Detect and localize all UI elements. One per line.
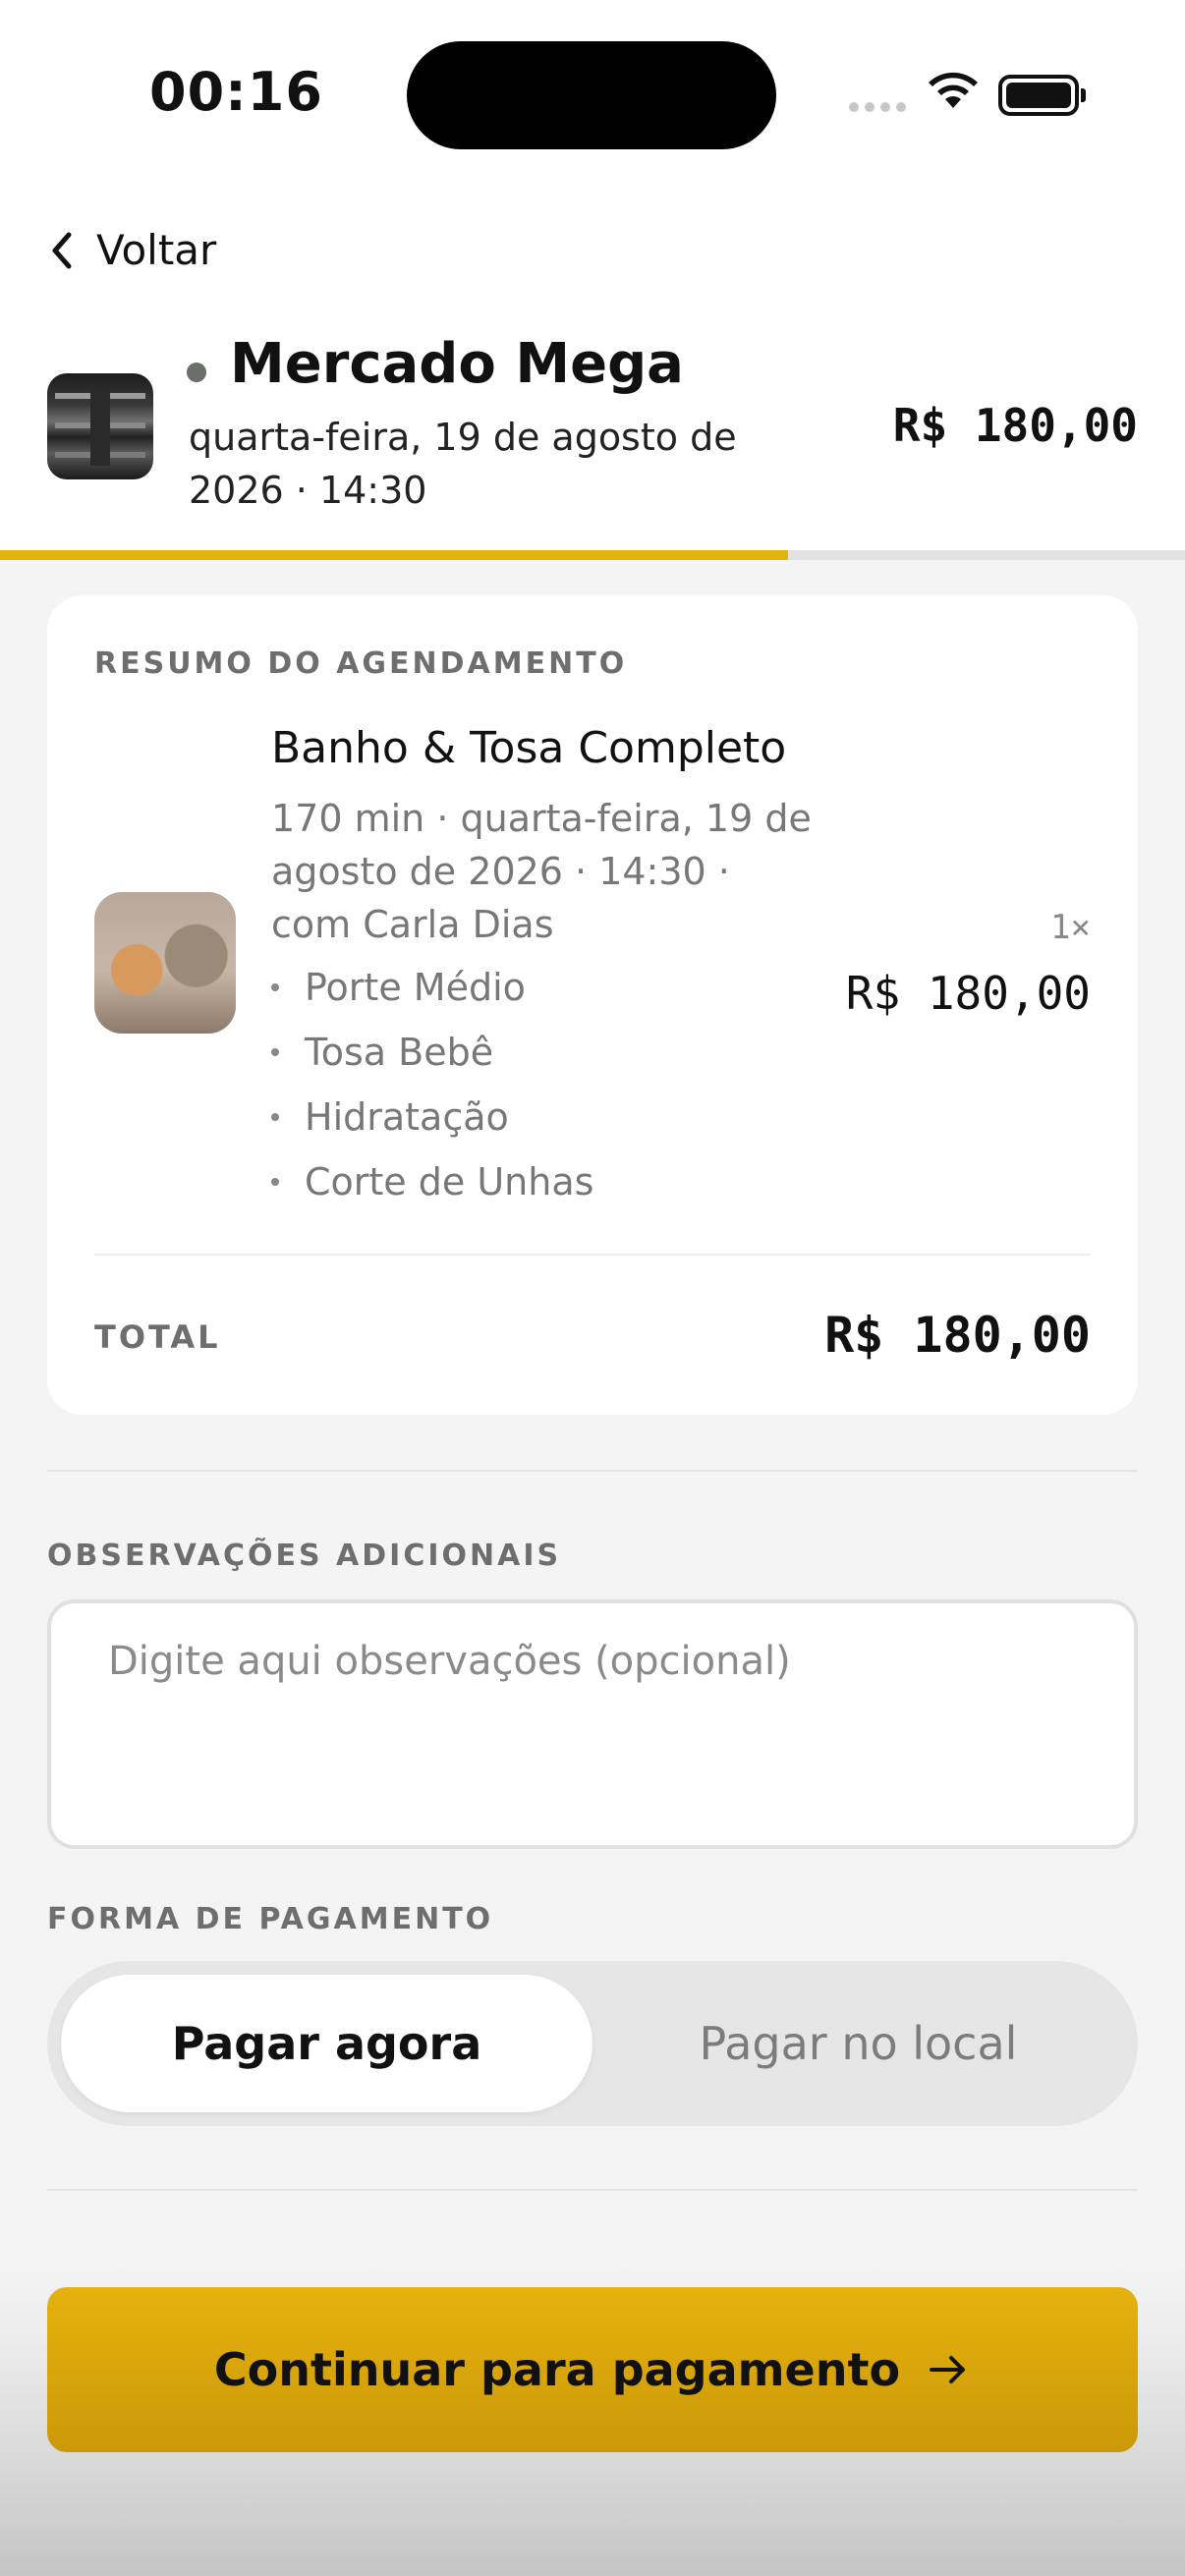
- back-label: Voltar: [96, 226, 217, 274]
- battery-icon: [998, 75, 1086, 116]
- card-divider: [94, 1254, 1091, 1256]
- progress-fill: [0, 550, 788, 560]
- pay-now-option[interactable]: Pagar agora: [61, 1975, 592, 2112]
- progress-bar: [0, 550, 1185, 560]
- store-status-dot: [187, 363, 206, 382]
- status-time: 00:16: [149, 61, 323, 123]
- section-divider: [47, 2189, 1138, 2191]
- service-quantity: 1×: [1050, 908, 1091, 947]
- arrow-right-icon: [930, 2356, 966, 2383]
- header-price: R$ 180,00: [892, 399, 1138, 452]
- service-name: Banho & Tosa Completo: [271, 723, 787, 773]
- signal-dots-icon: [849, 102, 906, 112]
- payment-label: FORMA DE PAGAMENTO: [47, 1902, 494, 1936]
- observations-label: OBSERVAÇÕES ADICIONAIS: [47, 1539, 562, 1573]
- addon-item: Porte Médio: [271, 955, 593, 1020]
- service-price: R$ 180,00: [845, 967, 1091, 1020]
- total-label: TOTAL: [94, 1318, 221, 1356]
- store-image: [47, 373, 153, 479]
- booking-date-time: quarta-feira, 19 de agosto de 2026 · 14:…: [189, 416, 737, 512]
- total-value: R$ 180,00: [824, 1307, 1091, 1364]
- summary-title: RESUMO DO AGENDAMENTO: [94, 646, 628, 681]
- status-bar: 00:16: [0, 0, 1185, 187]
- continue-to-payment-button[interactable]: Continuar para pagamento: [47, 2287, 1138, 2452]
- section-divider: [47, 1470, 1138, 1472]
- addon-item: Corte de Unhas: [271, 1149, 593, 1214]
- booking-header: Voltar Mercado Mega quarta-feira, 19 de …: [0, 187, 1185, 560]
- service-image: [94, 892, 236, 1034]
- wifi-icon: [929, 72, 978, 108]
- pay-at-location-option[interactable]: Pagar no local: [592, 1975, 1124, 2112]
- dynamic-island: [407, 41, 776, 149]
- addon-list: Porte Médio Tosa Bebê Hidratação Corte d…: [271, 955, 593, 1214]
- continue-button-label: Continuar para pagamento: [213, 2343, 901, 2396]
- store-name: Mercado Mega: [230, 332, 684, 396]
- payment-method-toggle: Pagar agora Pagar no local: [47, 1961, 1138, 2126]
- back-button[interactable]: Voltar: [47, 226, 216, 274]
- chevron-left-icon: [52, 232, 72, 268]
- booking-summary-card: RESUMO DO AGENDAMENTO Banho & Tosa Compl…: [47, 595, 1138, 1415]
- service-details: 170 min · quarta-feira, 19 de agosto de …: [271, 797, 812, 946]
- observations-input[interactable]: [47, 1599, 1138, 1849]
- addon-item: Tosa Bebê: [271, 1020, 593, 1085]
- addon-item: Hidratação: [271, 1085, 593, 1149]
